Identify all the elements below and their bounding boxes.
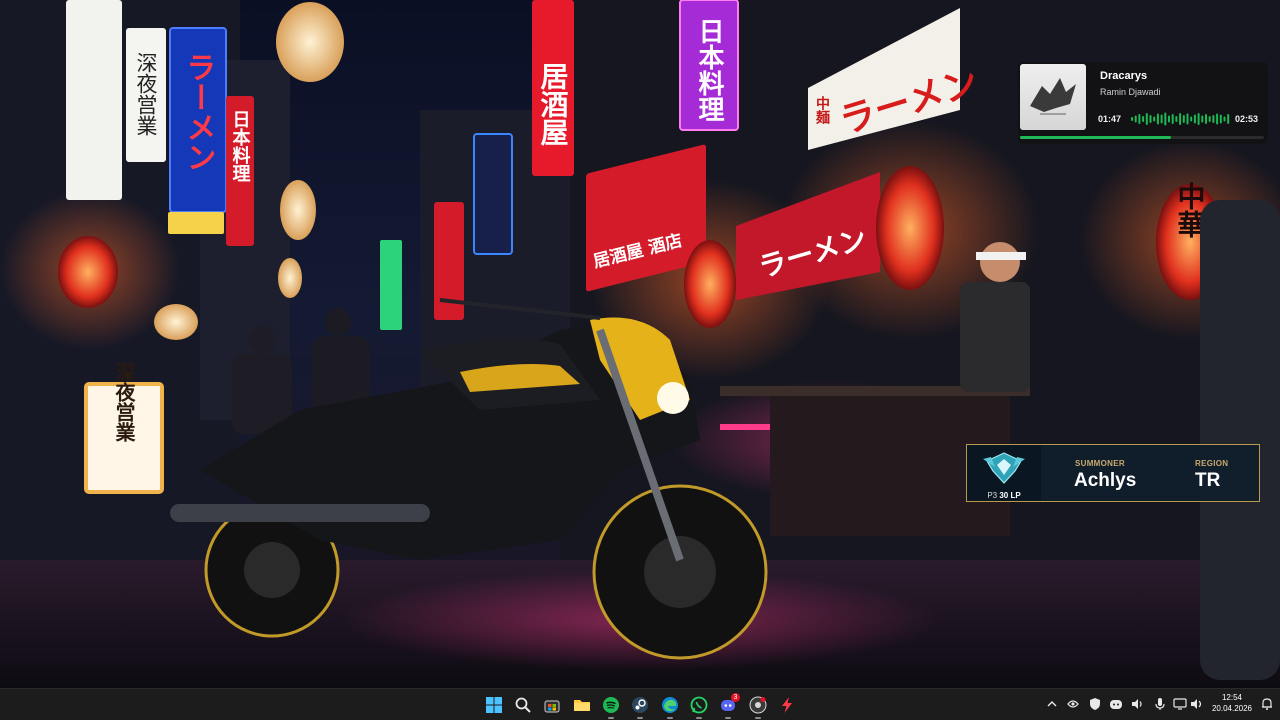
volume-icon[interactable] xyxy=(1189,697,1203,711)
waveform-bar xyxy=(1197,113,1200,125)
network-icon[interactable] xyxy=(1173,697,1187,711)
discord-tray-icon[interactable] xyxy=(1109,697,1123,711)
rank-box: P3 30 LP xyxy=(967,445,1041,501)
waveform-bar xyxy=(1131,117,1133,121)
region-label: REGION xyxy=(1195,459,1229,468)
whatsapp-icon[interactable] xyxy=(687,693,711,719)
waveform-bar xyxy=(1179,113,1182,125)
game-of-thrones-dragon-icon xyxy=(1030,78,1076,115)
waveform-bar xyxy=(1156,113,1159,125)
waveform-bar xyxy=(1227,114,1230,124)
waveform-bar xyxy=(1171,114,1174,124)
progress-bar[interactable] xyxy=(1020,136,1264,139)
waveform-bar xyxy=(1142,116,1145,122)
sign-chuka-men: 中麺 xyxy=(814,95,831,125)
rank-tier: P3 xyxy=(987,491,998,500)
app-bolt-icon[interactable] xyxy=(775,693,799,717)
elapsed-time: 01:47 xyxy=(1098,114,1122,124)
sign-nihon-ryori-purple: 日本料理 xyxy=(694,18,724,122)
rank-lp: 30 LP xyxy=(999,491,1021,500)
discord-icon[interactable]: 3 xyxy=(716,693,740,719)
waveform-bar xyxy=(1208,116,1211,122)
summoner-label: SUMMONER xyxy=(1075,459,1125,468)
waveform-bar xyxy=(1168,115,1170,123)
waveform-bar xyxy=(1186,113,1189,125)
notification-bell-icon[interactable] xyxy=(1260,697,1274,711)
summoner-widget[interactable]: P3 30 LP SUMMONER Achlys REGION TR xyxy=(966,444,1260,502)
file-explorer-icon[interactable] xyxy=(570,693,594,717)
microsoft-store-icon[interactable] xyxy=(540,693,564,717)
waveform-bar xyxy=(1153,116,1156,122)
waveform-visualizer xyxy=(1131,112,1230,126)
security-icon[interactable] xyxy=(1088,697,1102,711)
system-clock[interactable]: 12:54 20.04.2026 xyxy=(1206,692,1258,714)
start-icon[interactable] xyxy=(482,693,506,717)
rank-emblem-icon xyxy=(983,452,1025,484)
clock-time: 12:54 xyxy=(1221,693,1243,702)
region-value: TR xyxy=(1195,470,1221,491)
speaker-icon[interactable] xyxy=(1130,697,1144,711)
waveform-bar xyxy=(1175,116,1178,122)
waveform-bar xyxy=(1164,112,1167,126)
waveform-bar xyxy=(1182,115,1185,123)
waveform-bar xyxy=(1149,115,1152,123)
sign-shinya-eigyo: 深夜営業 xyxy=(134,52,158,136)
waveform-bar xyxy=(1223,116,1226,122)
music-widget[interactable]: Dracarys Ramin Djawadi 01:47 02:53 xyxy=(1018,62,1268,144)
microphone-icon[interactable] xyxy=(1153,697,1167,711)
search-icon[interactable] xyxy=(511,693,535,717)
chevron-up-icon[interactable] xyxy=(1045,697,1059,711)
waveform-bar xyxy=(1201,115,1204,123)
progress-fill xyxy=(1020,136,1172,139)
waveform-bar xyxy=(1160,114,1163,124)
edge-icon[interactable] xyxy=(658,693,682,719)
waveform-bar xyxy=(1145,113,1148,125)
waveform-bar xyxy=(1134,115,1137,123)
waveform-bar xyxy=(1205,114,1207,124)
sign-shinya-eigyo-street: 深夜営業 xyxy=(112,362,136,442)
spotify-icon[interactable] xyxy=(599,693,623,719)
sign-ramen-blue: ラーメン xyxy=(181,52,216,172)
clock-date: 20.04.2026 xyxy=(1211,704,1253,713)
album-art xyxy=(1020,64,1086,130)
waveform-bar xyxy=(1216,113,1219,125)
sign-nihon-ryori-left: 日本料理 xyxy=(230,110,251,182)
chrome-icon[interactable] xyxy=(746,693,770,719)
steam-icon[interactable] xyxy=(628,693,652,719)
waveform-bar xyxy=(1193,114,1196,124)
summoner-name: Achlys xyxy=(1074,470,1137,491)
waveform-bar xyxy=(1138,114,1141,124)
taskbar: 3 12:54 20.04.2026 xyxy=(0,688,1280,720)
waveform-bar xyxy=(1190,116,1193,122)
total-time: 02:53 xyxy=(1235,114,1259,124)
sign-izakaya: 居酒屋 xyxy=(537,62,570,147)
waveform-bar xyxy=(1219,114,1222,124)
discord-badge: 3 xyxy=(731,693,740,702)
rank-text: P3 30 LP xyxy=(967,491,1041,500)
track-artist: Ramin Djawadi xyxy=(1100,87,1161,97)
waveform-bar xyxy=(1212,115,1215,123)
track-title: Dracarys xyxy=(1100,70,1148,82)
nvidia-icon[interactable] xyxy=(1066,697,1080,711)
